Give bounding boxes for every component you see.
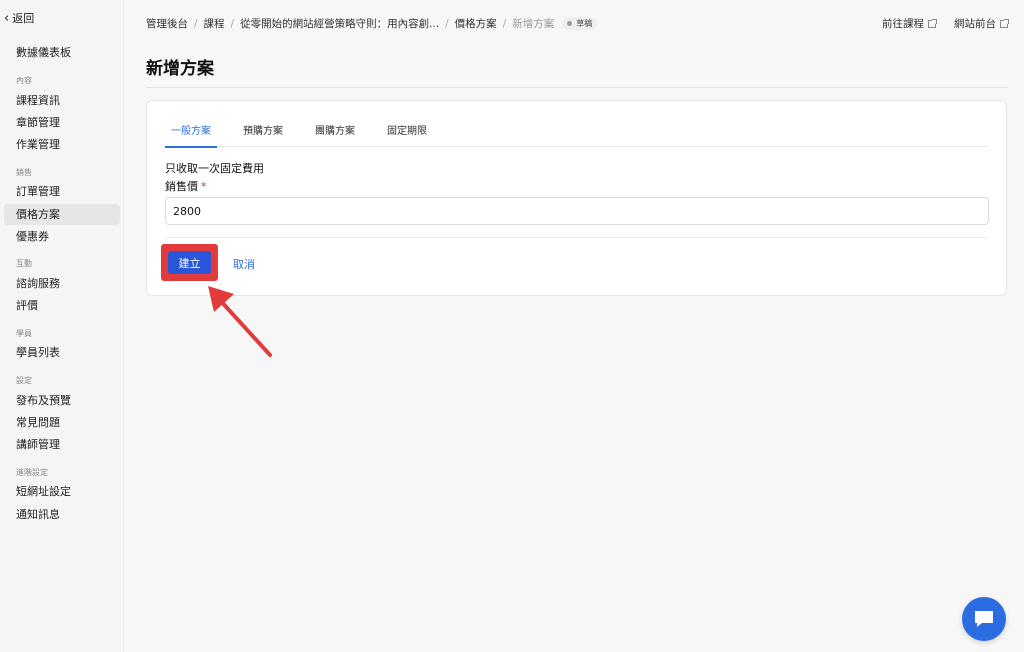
plan-type-tabs: 一般方案 預購方案 團購方案 固定期限: [165, 125, 988, 148]
sidebar-group-settings: 設定: [16, 376, 32, 385]
back-link[interactable]: ‹ 返回: [4, 10, 34, 26]
price-input[interactable]: [165, 197, 989, 225]
sidebar-item-orders[interactable]: 訂單管理: [4, 181, 120, 202]
sidebar-item-instructors[interactable]: 講師管理: [4, 434, 120, 455]
breadcrumb-pricing[interactable]: 價格方案: [455, 16, 497, 31]
sidebar-item-student-list[interactable]: 學員列表: [4, 342, 120, 363]
breadcrumb-admin[interactable]: 管理後台: [146, 16, 188, 31]
status-dot-icon: [567, 21, 573, 26]
price-field-label: 銷售價 *: [165, 178, 207, 194]
sidebar-group-students: 學員: [16, 329, 32, 338]
divider: [146, 87, 1008, 88]
divider: [165, 237, 988, 238]
page-title: 新增方案: [146, 59, 214, 79]
sidebar-group-content: 內容: [16, 76, 32, 85]
sidebar-group-advanced: 進階設定: [16, 468, 48, 477]
breadcrumb-course-name[interactable]: 從零開始的網站經營策略守則：用內容創...: [240, 16, 439, 31]
status-badge-label: 草稿: [576, 19, 593, 28]
sidebar-group-interaction: 互動: [16, 259, 32, 268]
sidebar-item-reviews[interactable]: 評價: [4, 295, 120, 316]
sidebar-item-course-info[interactable]: 課程資訊: [4, 90, 120, 111]
tab-group-plan[interactable]: 團購方案: [309, 125, 361, 147]
annotation-arrow-icon: [208, 286, 272, 357]
plan-description: 只收取一次固定費用: [165, 162, 264, 175]
go-course-label: 前往課程: [882, 18, 924, 30]
sidebar-item-faq[interactable]: 常見問題: [4, 412, 120, 433]
tab-general-plan[interactable]: 一般方案: [165, 125, 217, 148]
status-badge: 草稿: [562, 17, 598, 30]
chat-button[interactable]: [962, 597, 1006, 641]
external-link-icon: [928, 18, 937, 28]
plan-form-card: 一般方案 預購方案 團購方案 固定期限 只收取一次固定費用 銷售價* 建立 取消: [146, 100, 1007, 296]
sidebar-item-chapters[interactable]: 章節管理: [4, 112, 120, 133]
chat-bubble-icon: [975, 611, 993, 627]
breadcrumb: 管理後台 / 課程 / 從零開始的網站經營策略守則：用內容創... / 價格方案…: [146, 16, 598, 31]
breadcrumb-courses[interactable]: 課程: [204, 16, 225, 31]
sidebar-item-dashboard[interactable]: 數據儀表板: [4, 42, 120, 63]
sidebar-item-notifications[interactable]: 通知訊息: [4, 504, 120, 525]
price-label-text: 銷售價: [165, 180, 198, 193]
top-links: 前往課程 網站前台: [864, 16, 1009, 31]
sidebar-item-pricing[interactable]: 價格方案: [4, 204, 120, 225]
sidebar-item-short-url[interactable]: 短網址設定: [4, 481, 120, 502]
sidebar-item-consulting[interactable]: 諮詢服務: [4, 273, 120, 294]
tab-fixed-term-plan[interactable]: 固定期限: [381, 125, 433, 147]
sidebar-item-publish[interactable]: 發布及預覽: [4, 390, 120, 411]
sidebar-item-coupons[interactable]: 優惠券: [4, 226, 120, 247]
back-label: 返回: [12, 12, 35, 25]
cancel-button[interactable]: 取消: [233, 256, 255, 272]
chevron-left-icon: ‹: [4, 10, 10, 26]
sidebar: ‹ 返回 數據儀表板 內容 課程資訊 章節管理 作業管理 銷售 訂單管理 價格方…: [0, 0, 124, 652]
site-front-link[interactable]: 網站前台: [954, 16, 1009, 31]
external-link-icon: [1000, 18, 1009, 28]
go-course-link[interactable]: 前往課程: [882, 16, 937, 31]
create-button[interactable]: 建立: [168, 251, 211, 274]
sidebar-group-sales: 銷售: [16, 168, 32, 177]
tab-preorder-plan[interactable]: 預購方案: [237, 125, 289, 147]
breadcrumb-current: 新增方案: [512, 18, 555, 30]
required-mark: *: [201, 180, 207, 193]
site-front-label: 網站前台: [954, 18, 996, 30]
sidebar-item-assignments[interactable]: 作業管理: [4, 134, 120, 155]
